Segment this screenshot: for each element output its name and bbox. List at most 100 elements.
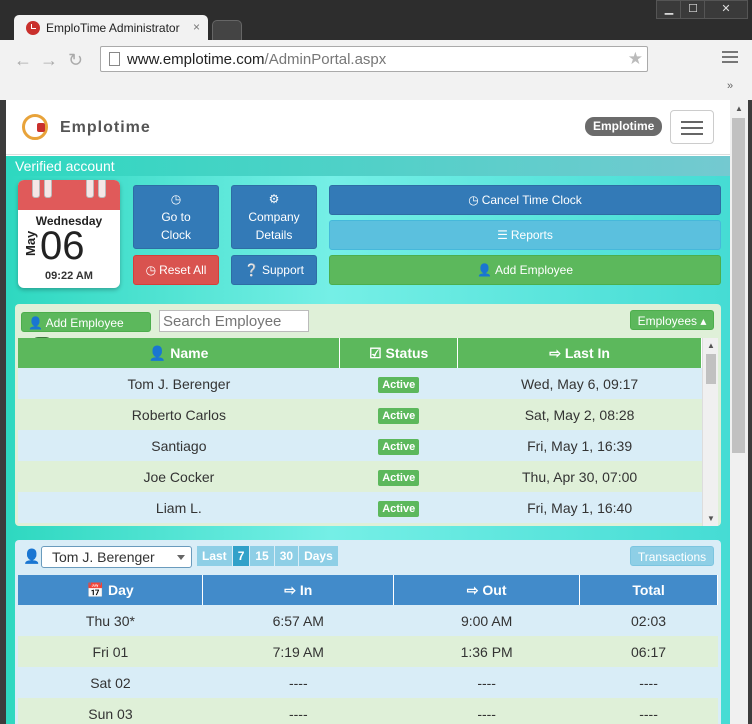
- support-button[interactable]: ❔ Support: [231, 255, 317, 285]
- back-arrow-icon[interactable]: ←: [14, 50, 32, 71]
- table-row[interactable]: Joe Cocker Active Thu, Apr 30, 07:00: [18, 461, 702, 492]
- status-cell: Active: [339, 368, 458, 399]
- maximize-button[interactable]: ☐: [680, 0, 706, 19]
- column-header-last-in[interactable]: ⇨ Last In: [457, 338, 702, 368]
- employee-name: Joe Cocker: [18, 461, 340, 492]
- reports-button[interactable]: ☰ Reports: [329, 220, 721, 250]
- scroll-thumb[interactable]: [706, 354, 716, 384]
- column-header-out[interactable]: ⇨ Out: [393, 575, 581, 605]
- table-row[interactable]: Sun 03 ---- ---- ----: [18, 698, 718, 724]
- cancel-time-clock-button[interactable]: ◷ Cancel Time Clock: [329, 185, 721, 215]
- caret-up-icon: ▴: [700, 314, 707, 328]
- column-header-in[interactable]: ⇨ In: [202, 575, 395, 605]
- close-window-button[interactable]: ✕: [704, 0, 748, 19]
- transactions-button[interactable]: Transactions: [630, 546, 714, 566]
- period-selector: Last 7 15 30 Days: [197, 546, 339, 566]
- verified-bar: Verified account: [6, 156, 730, 176]
- column-header-name[interactable]: 👤 Name: [18, 338, 341, 368]
- day-cell: Sat 02: [18, 667, 203, 698]
- reset-all-button[interactable]: ◷ Reset All: [133, 255, 219, 285]
- last-in: Thu, Apr 30, 07:00: [457, 461, 702, 492]
- url-text[interactable]: www.emplotime.com/AdminPortal.aspx: [127, 51, 386, 68]
- employees-scrollbar[interactable]: ▲ ▼: [702, 338, 718, 526]
- company-details-label-1: Company: [248, 210, 300, 224]
- scroll-thumb[interactable]: [732, 118, 745, 453]
- table-row[interactable]: Fri 01 7:19 AM 1:36 PM 06:17: [18, 636, 718, 667]
- hamburger-menu-button[interactable]: [670, 110, 714, 144]
- table-row[interactable]: Roberto Carlos Active Sat, May 2, 08:28: [18, 399, 702, 430]
- user-icon: 👤: [477, 263, 492, 277]
- bookmarks-more-icon[interactable]: »: [727, 80, 733, 92]
- calendar-month: May: [23, 230, 38, 256]
- tab-title: EmploTime Administrator: [46, 21, 180, 35]
- sign-in-icon: ⇨: [549, 344, 561, 361]
- column-header-day[interactable]: 📅 Day: [18, 575, 204, 605]
- period-7-button[interactable]: 7: [232, 546, 251, 566]
- forward-arrow-icon[interactable]: →: [40, 50, 58, 71]
- calendar-ring-icon: [32, 180, 40, 198]
- cancel-time-clock-label: Cancel Time Clock: [481, 193, 582, 207]
- browser-window: EmploTime Administrator × ▁ ☐ ✕ ← → ↻ ww…: [0, 0, 752, 724]
- go-to-clock-button[interactable]: ◷ Go to Clock: [133, 185, 219, 249]
- browser-toolbar: ← → ↻ www.emplotime.com/AdminPortal.aspx…: [0, 40, 752, 100]
- tab-strip: EmploTime Administrator × ▁ ☐ ✕: [0, 0, 752, 41]
- add-employee-button[interactable]: 👤 Add Employee: [329, 255, 721, 285]
- user-icon: 👤: [148, 344, 167, 361]
- day-cell: Sun 03: [18, 698, 203, 724]
- table-row[interactable]: Liam L. Active Fri, May 1, 16:40: [18, 492, 702, 523]
- in-cell: 7:19 AM: [202, 636, 394, 667]
- page-scrollbar[interactable]: ▲: [730, 100, 748, 724]
- logo-text[interactable]: Emplotime: [60, 119, 151, 137]
- list-icon: ☰: [497, 228, 508, 242]
- column-header-status[interactable]: ☑ Status: [339, 338, 459, 368]
- bookmark-star-icon[interactable]: ★: [628, 49, 643, 69]
- user-icon: 👤: [28, 316, 43, 330]
- table-row[interactable]: Santiago Active Fri, May 1, 16:39: [18, 430, 702, 461]
- out-cell: ----: [393, 698, 580, 724]
- calendar-date: 06: [40, 224, 85, 268]
- period-30-button[interactable]: 30: [274, 546, 300, 566]
- add-employee-small-button[interactable]: 👤 Add Employee 30: [21, 312, 151, 352]
- scroll-down-arrow-icon[interactable]: ▼: [707, 514, 715, 523]
- tab-close-icon[interactable]: ×: [193, 20, 200, 34]
- scroll-up-arrow-icon[interactable]: ▲: [707, 341, 715, 350]
- column-header-total[interactable]: Total: [579, 575, 718, 605]
- table-row[interactable]: Thu 30* 6:57 AM 9:00 AM 02:03: [18, 605, 718, 636]
- reports-label: Reports: [510, 228, 553, 242]
- employee-name: Roberto Carlos: [18, 399, 340, 430]
- new-tab-button[interactable]: [212, 20, 242, 40]
- reload-icon[interactable]: ↻: [68, 50, 83, 71]
- table-row[interactable]: Sat 02 ---- ---- ----: [18, 667, 718, 698]
- browser-tab[interactable]: EmploTime Administrator ×: [14, 15, 208, 41]
- sign-out-icon: ⇨: [466, 581, 479, 598]
- table-row[interactable]: Tom J. Berenger Active Wed, May 6, 09:17: [18, 368, 702, 399]
- add-employee-small-label: Add Employee: [45, 316, 124, 330]
- go-to-clock-label-2: Clock: [160, 228, 191, 242]
- status-badge: Active: [378, 469, 420, 486]
- logo-clock-icon: [22, 114, 48, 140]
- scroll-up-arrow-icon[interactable]: ▲: [735, 104, 743, 113]
- employees-toggle-button[interactable]: Employees ▴: [630, 310, 714, 330]
- table-header-row: 📅 Day ⇨ In ⇨ Out Total: [18, 575, 718, 605]
- reset-all-label: Reset All: [159, 263, 207, 277]
- period-15-button[interactable]: 15: [250, 546, 275, 566]
- browser-menu-icon[interactable]: [722, 48, 738, 66]
- minimize-button[interactable]: ▁: [656, 0, 682, 19]
- column-status-label: Status: [385, 344, 429, 361]
- favicon-icon: [26, 21, 40, 35]
- total-cell: ----: [579, 698, 718, 724]
- last-in: Sat, May 2, 08:28: [457, 399, 702, 430]
- status-badge: Active: [378, 407, 420, 424]
- company-details-button[interactable]: ⚙ Company Details: [231, 185, 317, 249]
- search-employee-input[interactable]: [159, 310, 309, 332]
- employees-panel: 👤 Add Employee 30 Employees ▴ 👤 Name ☑ S…: [15, 304, 721, 526]
- clock-icon: ◷: [468, 193, 479, 207]
- status-badge: Active: [378, 438, 420, 455]
- employee-name: Liam L.: [18, 492, 340, 523]
- address-bar[interactable]: www.emplotime.com/AdminPortal.aspx ★: [100, 46, 648, 72]
- column-total-label: Total: [632, 582, 665, 598]
- url-host: www.emplotime.com: [127, 51, 265, 68]
- employee-select[interactable]: Tom J. Berenger: [41, 546, 192, 568]
- last-in: Fri, May 1, 16:39: [457, 430, 702, 461]
- employee-name: Tom J. Berenger: [18, 368, 340, 399]
